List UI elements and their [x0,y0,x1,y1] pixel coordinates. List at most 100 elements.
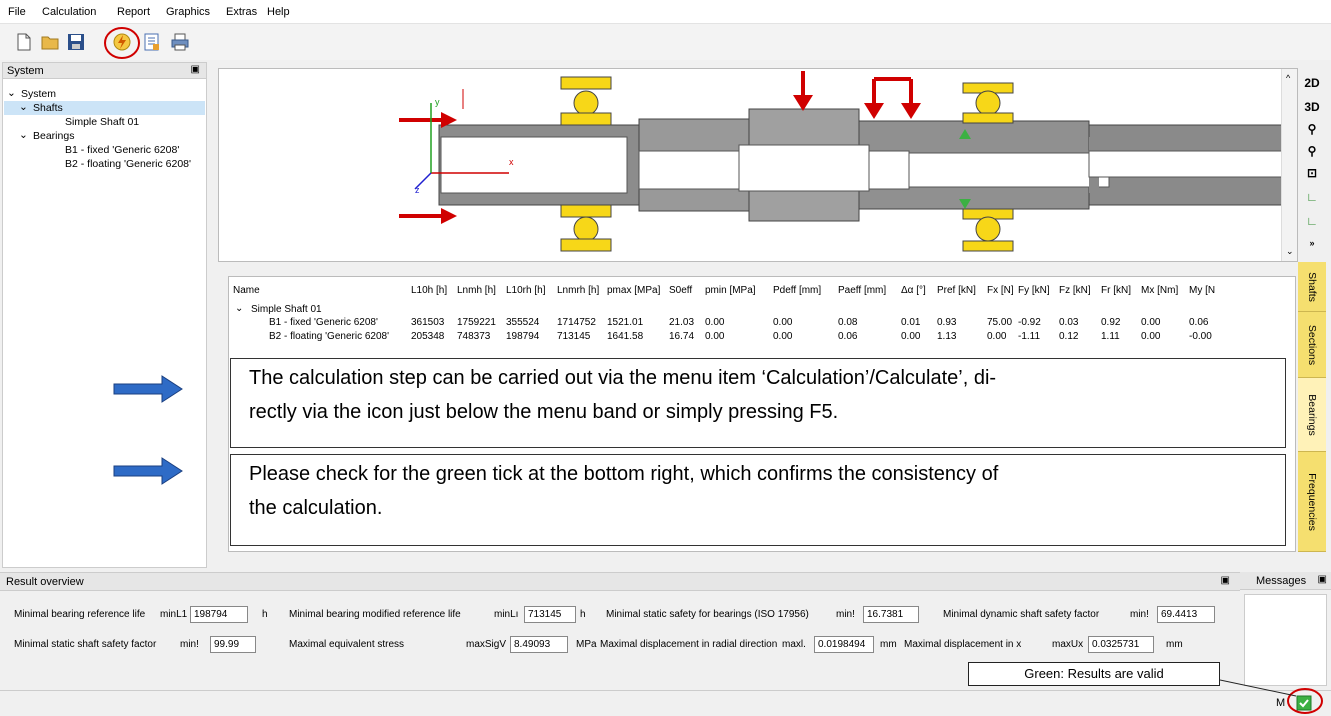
col-header[interactable]: S0eff [669,285,692,296]
tree-item-bearings[interactable]: Bearings [33,130,74,142]
tree-item-system[interactable]: System [21,88,56,100]
col-header[interactable]: Pref [kN] [937,285,976,296]
status-callout: Green: Results are valid [968,662,1220,686]
float-icon[interactable]: ▣ [191,64,200,75]
table-group[interactable]: Simple Shaft 01 [251,304,322,315]
result-value[interactable]: 69.4413 [1157,606,1215,623]
tab-sections[interactable]: Sections [1298,312,1326,378]
result-symbol: minLı [494,609,519,620]
result-symbol: maxSigV [466,639,507,650]
result-label: Minimal static safety for bearings (ISO … [606,609,809,620]
tree-expand-icon[interactable]: ⌄ [235,303,243,314]
note-arrow [113,457,183,485]
open-folder-icon[interactable] [40,32,60,52]
zoom-fit-icon[interactable]: ⊡ [1302,166,1322,186]
note-green-tick: Please check for the green tick at the b… [230,454,1286,546]
result-value[interactable]: 8.49093 [510,636,568,653]
result-value[interactable]: 198794 [190,606,248,623]
result-overview-title: Result overview [6,576,84,588]
menu-calculation[interactable]: Calculation [42,6,96,18]
messages-header: Messages ▣ [1240,572,1331,590]
col-header[interactable]: pmax [MPa] [607,285,660,296]
tree-expand-icon[interactable]: ⌄ [19,101,28,113]
shaft-drawing: x y z [399,71,1290,252]
zoom-out-icon[interactable]: ⚲ [1302,144,1322,164]
col-header[interactable]: L10h [h] [411,285,447,296]
col-header[interactable]: Lnmh [h] [457,285,496,296]
z-axis-label: z [415,185,420,195]
float-icon[interactable]: ▣ [1221,575,1230,586]
view-toolbar: 2D 3D ⚲ ⚲ ⊡ ∟ ∟ » [1296,68,1328,264]
col-header[interactable]: Mx [Nm] [1141,285,1178,296]
zoom-in-icon[interactable]: ⚲ [1302,122,1322,142]
result-value[interactable]: 16.7381 [863,606,919,623]
side-tabs: Shafts Sections Bearings Frequencies [1298,262,1326,552]
messages-title: Messages [1256,575,1307,587]
result-symbol: maxUx [1052,639,1084,650]
col-header[interactable]: Fy [kN] [1018,285,1050,296]
col-header[interactable]: pmin [MPa] [705,285,756,296]
result-value[interactable]: 99.99 [210,636,256,653]
tree-item-bearing-b2[interactable]: B2 - floating 'Generic 6208' [65,158,191,170]
result-symbol: min! [180,639,199,650]
col-header[interactable]: Pdeff [mm] [773,285,821,296]
note-line: the calculation. [249,497,383,519]
print-icon[interactable] [170,32,190,52]
menu-help[interactable]: Help [267,6,290,18]
menu-graphics[interactable]: Graphics [166,6,210,18]
axis-zy-icon[interactable]: ∟ [1302,214,1322,234]
col-header[interactable]: Δα [°] [901,285,926,296]
save-icon[interactable] [66,32,86,52]
toolbar [0,24,1331,60]
menu-extras[interactable]: Extras [226,6,257,18]
result-symbol: maxl. [782,639,806,650]
note-calculation: The calculation step can be carried out … [230,358,1286,448]
more-icon[interactable]: » [1302,238,1322,258]
note-line: The calculation step can be carried out … [249,367,997,389]
result-unit: h [262,609,268,620]
tab-frequencies[interactable]: Frequencies [1298,452,1326,552]
tab-bearings[interactable]: Bearings [1298,378,1326,452]
callout-leader [1220,679,1297,697]
bearing-b1-top [560,76,612,126]
col-header[interactable]: My [N [1189,285,1215,296]
col-header[interactable]: Fr [kN] [1101,285,1131,296]
tree-expand-icon[interactable]: ⌄ [19,129,28,141]
result-label: Maximal displacement in radial direction [600,639,778,650]
tree-item-shafts[interactable]: Shafts [33,102,63,114]
bearing-b1-bottom [560,204,612,252]
axis-xy-icon[interactable]: ∟ [1302,190,1322,210]
result-label: Minimal dynamic shaft safety factor [943,609,1100,620]
tree-item-bearing-b1[interactable]: B1 - fixed 'Generic 6208' [65,144,179,156]
view-scrollbar[interactable]: ^ ⌄ [1281,69,1297,261]
col-header[interactable]: Name [233,285,260,296]
new-file-icon[interactable] [14,32,34,52]
result-value[interactable]: 713145 [524,606,576,623]
tree-expand-icon[interactable]: ⌄ [7,87,16,99]
report-icon[interactable] [142,32,162,52]
result-unit: MPa [576,639,597,650]
col-header[interactable]: Fx [N] [987,285,1014,296]
result-value[interactable]: 0.0325731 [1088,636,1154,653]
highlight-circle [104,27,140,59]
col-header[interactable]: Lnmrh [h] [557,285,599,296]
float-icon[interactable]: ▣ [1318,574,1327,585]
system-panel-title: System [7,65,44,77]
col-header[interactable]: Fz [kN] [1059,285,1091,296]
view-2d-button[interactable]: 2D [1302,76,1322,96]
result-value[interactable]: 0.0198494 [814,636,874,653]
note-arrow [113,375,183,403]
result-symbol: min! [836,609,855,620]
view-3d-button[interactable]: 3D [1302,100,1322,120]
menu-file[interactable]: File [8,6,26,18]
tab-shafts[interactable]: Shafts [1298,262,1326,312]
col-header[interactable]: Paeff [mm] [838,285,886,296]
col-header[interactable]: L10rh [h] [506,285,545,296]
result-overview-header: Result overview ▣ [0,573,1240,591]
menu-report[interactable]: Report [117,6,150,18]
result-symbol: min! [1130,609,1149,620]
shaft-view[interactable]: x y z ^ ⌄ [218,68,1298,262]
result-label: Maximal displacement in x [904,639,1022,650]
result-symbol: minL1 [160,609,188,620]
tree-item-shaft[interactable]: Simple Shaft 01 [65,116,139,128]
